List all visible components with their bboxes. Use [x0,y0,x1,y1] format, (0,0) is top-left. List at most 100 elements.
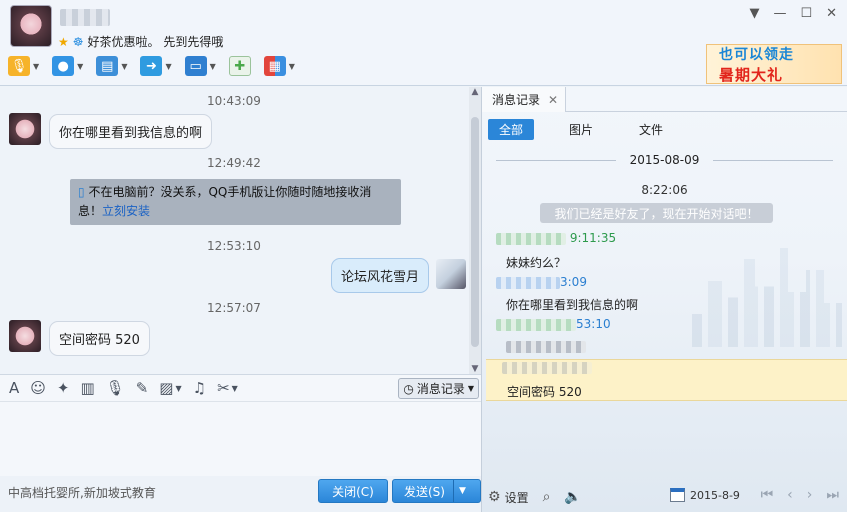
apps-grid-icon: ▦ [263,56,286,76]
chat-footer: 中高档托婴所,新加坡式教育 关闭(C) 发送(S) ▼ [0,476,481,512]
blurred-sender-name [496,318,576,331]
apps-button[interactable]: ▦ ▼ [263,56,295,76]
next-page-icon[interactable]: › [807,487,813,503]
remote-desktop-button[interactable]: ▤ ▼ [96,56,127,76]
search-icon[interactable]: ⌕ [543,489,551,505]
ad-link[interactable]: 中高档托婴所,新加坡式教育 [8,484,156,501]
chevron-down-icon[interactable]: ▼ [210,62,216,71]
prev-page-icon[interactable]: ‹ [787,487,793,503]
close-button[interactable]: 关闭(C) [318,479,388,503]
blurred-sender-name [496,232,566,245]
window-controls: ▼ — ☐ ✕ [749,6,837,21]
image-icon[interactable]: ▨ ▼ [159,379,181,397]
gear-icon[interactable]: ⚙ [488,489,501,505]
system-message: 我们已经是好友了，现在开始对话吧！ [540,203,773,223]
history-time: 9:11:35 [569,231,617,245]
history-message: 妹妹约么？ [506,256,567,270]
contact-signature-row: ★ ☸ 好茶优惠啦。 先到先得哦 [58,33,223,50]
message-history-label: 消息记录 [416,382,465,396]
minimize-icon[interactable]: — [773,6,786,21]
phone-icon: ▯ [78,185,85,199]
message-timestamp: 12:57:07 [207,301,261,315]
magic-wand-icon[interactable]: ✦ [57,379,70,397]
history-date-picker[interactable]: 2015-8-9 [670,488,740,502]
history-timestamp: 8:22:06 [641,183,688,197]
chevron-down-icon[interactable]: ▼ [165,62,171,71]
system-notice-text-2: 息！ [78,204,103,218]
screen-share-icon: ▭ [184,56,207,76]
qzone-icon[interactable]: ☸ [73,35,84,49]
contact-signature: 好茶优惠啦。 先到先得哦 [87,35,224,49]
chevron-down-icon[interactable]: ▼ [121,62,127,71]
chevron-down-icon[interactable]: ▼ [232,384,238,393]
contact-avatar[interactable] [9,320,41,352]
first-page-icon[interactable]: ⏮ [761,487,774,503]
date-separator: 2015-08-09 [482,153,847,167]
microphone-icon: 🎙 [8,56,30,76]
send-button[interactable]: 发送(S) ▼ [392,479,481,503]
chevron-down-icon[interactable]: ▼ [33,62,39,71]
filter-images[interactable]: 图片 [558,119,604,140]
message-bubble-outgoing: 论坛风花雪月 [331,258,430,293]
camera-icon: ● [52,56,75,76]
install-now-link[interactable]: 立刻安装 [102,204,150,218]
chat-scrollbar[interactable]: ▲ ▼ [469,87,481,374]
emoji-icon[interactable]: ☺ [30,379,46,397]
close-icon[interactable]: ✕ [826,6,837,21]
voice-message-icon[interactable]: 🎙 [106,379,125,397]
message-history-button[interactable]: ◷ 消息记录 ▼ [398,378,479,399]
tab-label: 消息记录 [492,93,541,107]
history-panel: 消息记录 ✕ 全部 图片 文件 2015-08-09 8:22:06 我们已经是… [482,87,847,512]
message-timestamp: 12:49:42 [207,156,261,170]
message-list: 10:43:09 你在哪里看到我信息的啊 12:49:42 ▯ 不在电脑前？没关… [0,87,481,374]
contact-name-blurred [60,9,110,26]
filter-files[interactable]: 文件 [628,119,674,140]
message-bubble-incoming: 你在哪里看到我信息的啊 [49,114,213,149]
font-icon[interactable]: A [9,379,19,397]
maximize-icon[interactable]: ☐ [800,6,812,21]
highlighted-history-row[interactable]: 空间密码 520 [486,359,847,401]
screenshot-scissors-icon[interactable]: ✂ ▼ [217,379,238,397]
history-footer-date: 2015-8-9 [690,488,740,502]
filter-all[interactable]: 全部 [488,119,535,140]
message-bubble-incoming: 空间密码 520 [49,321,150,356]
chevron-down-icon[interactable]: ▼ [289,62,295,71]
music-icon[interactable]: ♫ [193,379,206,397]
contact-avatar[interactable] [10,5,52,47]
voice-call-button[interactable]: 🎙 ▼ [8,56,39,76]
scroll-thumb[interactable] [471,117,479,347]
message-timestamp: 12:53:10 [207,239,261,253]
message-input[interactable] [0,402,481,476]
promo-banner[interactable]: 也可以领走 暑期大礼 [706,44,842,84]
dropdown-icon[interactable]: ▼ [749,6,759,21]
shake-window-icon[interactable]: ▥ [80,379,94,397]
send-options-chevron-icon[interactable]: ▼ [459,486,466,496]
history-sender-line: 53:10 [496,317,611,331]
contact-avatar[interactable] [9,113,41,145]
scroll-down-icon[interactable]: ▼ [469,364,481,374]
input-toolbar: A ☺ ✦ ▥ 🎙 ✎ ▨ ▼ ♫ ✂ ▼ ◷ 消息记录 ▼ [0,374,481,402]
last-page-icon[interactable]: ⏭ [826,487,839,503]
video-call-button[interactable]: ● ▼ [52,56,83,76]
history-sender-line: 3:09 [496,275,587,289]
close-tab-icon[interactable]: ✕ [548,93,558,107]
speaker-icon[interactable]: 🔈 [564,489,581,505]
chevron-down-icon[interactable]: ▼ [77,62,83,71]
system-notice: ▯ 不在电脑前？没关系，QQ手机版让你随时随地接收消 息！立刻安装 [70,179,401,225]
create-discussion-button[interactable]: ✚ [228,56,251,76]
screen-share-button[interactable]: ▭ ▼ [184,56,216,76]
send-file-button[interactable]: ➜ ▼ [140,56,172,76]
settings-label[interactable]: 设置 [505,489,529,506]
history-message: 空间密码 520 [507,385,582,399]
close-button-label: 关闭(C) [332,484,374,499]
history-pager: ⏮ ‹ › ⏭ [761,487,839,503]
doodle-icon[interactable]: ✎ [136,379,149,397]
title-bar: ★ ☸ 好茶优惠啦。 先到先得哦 ▼ — ☐ ✕ 🎙 ▼ ● ▼ ▤ ▼ ➜ ▼ ▭ ▼ … [0,0,847,86]
calendar-icon[interactable] [670,488,685,502]
tab-message-history[interactable]: 消息记录 ✕ [482,87,566,112]
chevron-down-icon[interactable]: ▼ [175,384,181,393]
scroll-up-icon[interactable]: ▲ [469,87,481,97]
my-avatar[interactable] [436,259,466,289]
folder-icon: ➜ [140,56,163,76]
history-filter-tabs: 全部 图片 文件 [488,119,674,140]
